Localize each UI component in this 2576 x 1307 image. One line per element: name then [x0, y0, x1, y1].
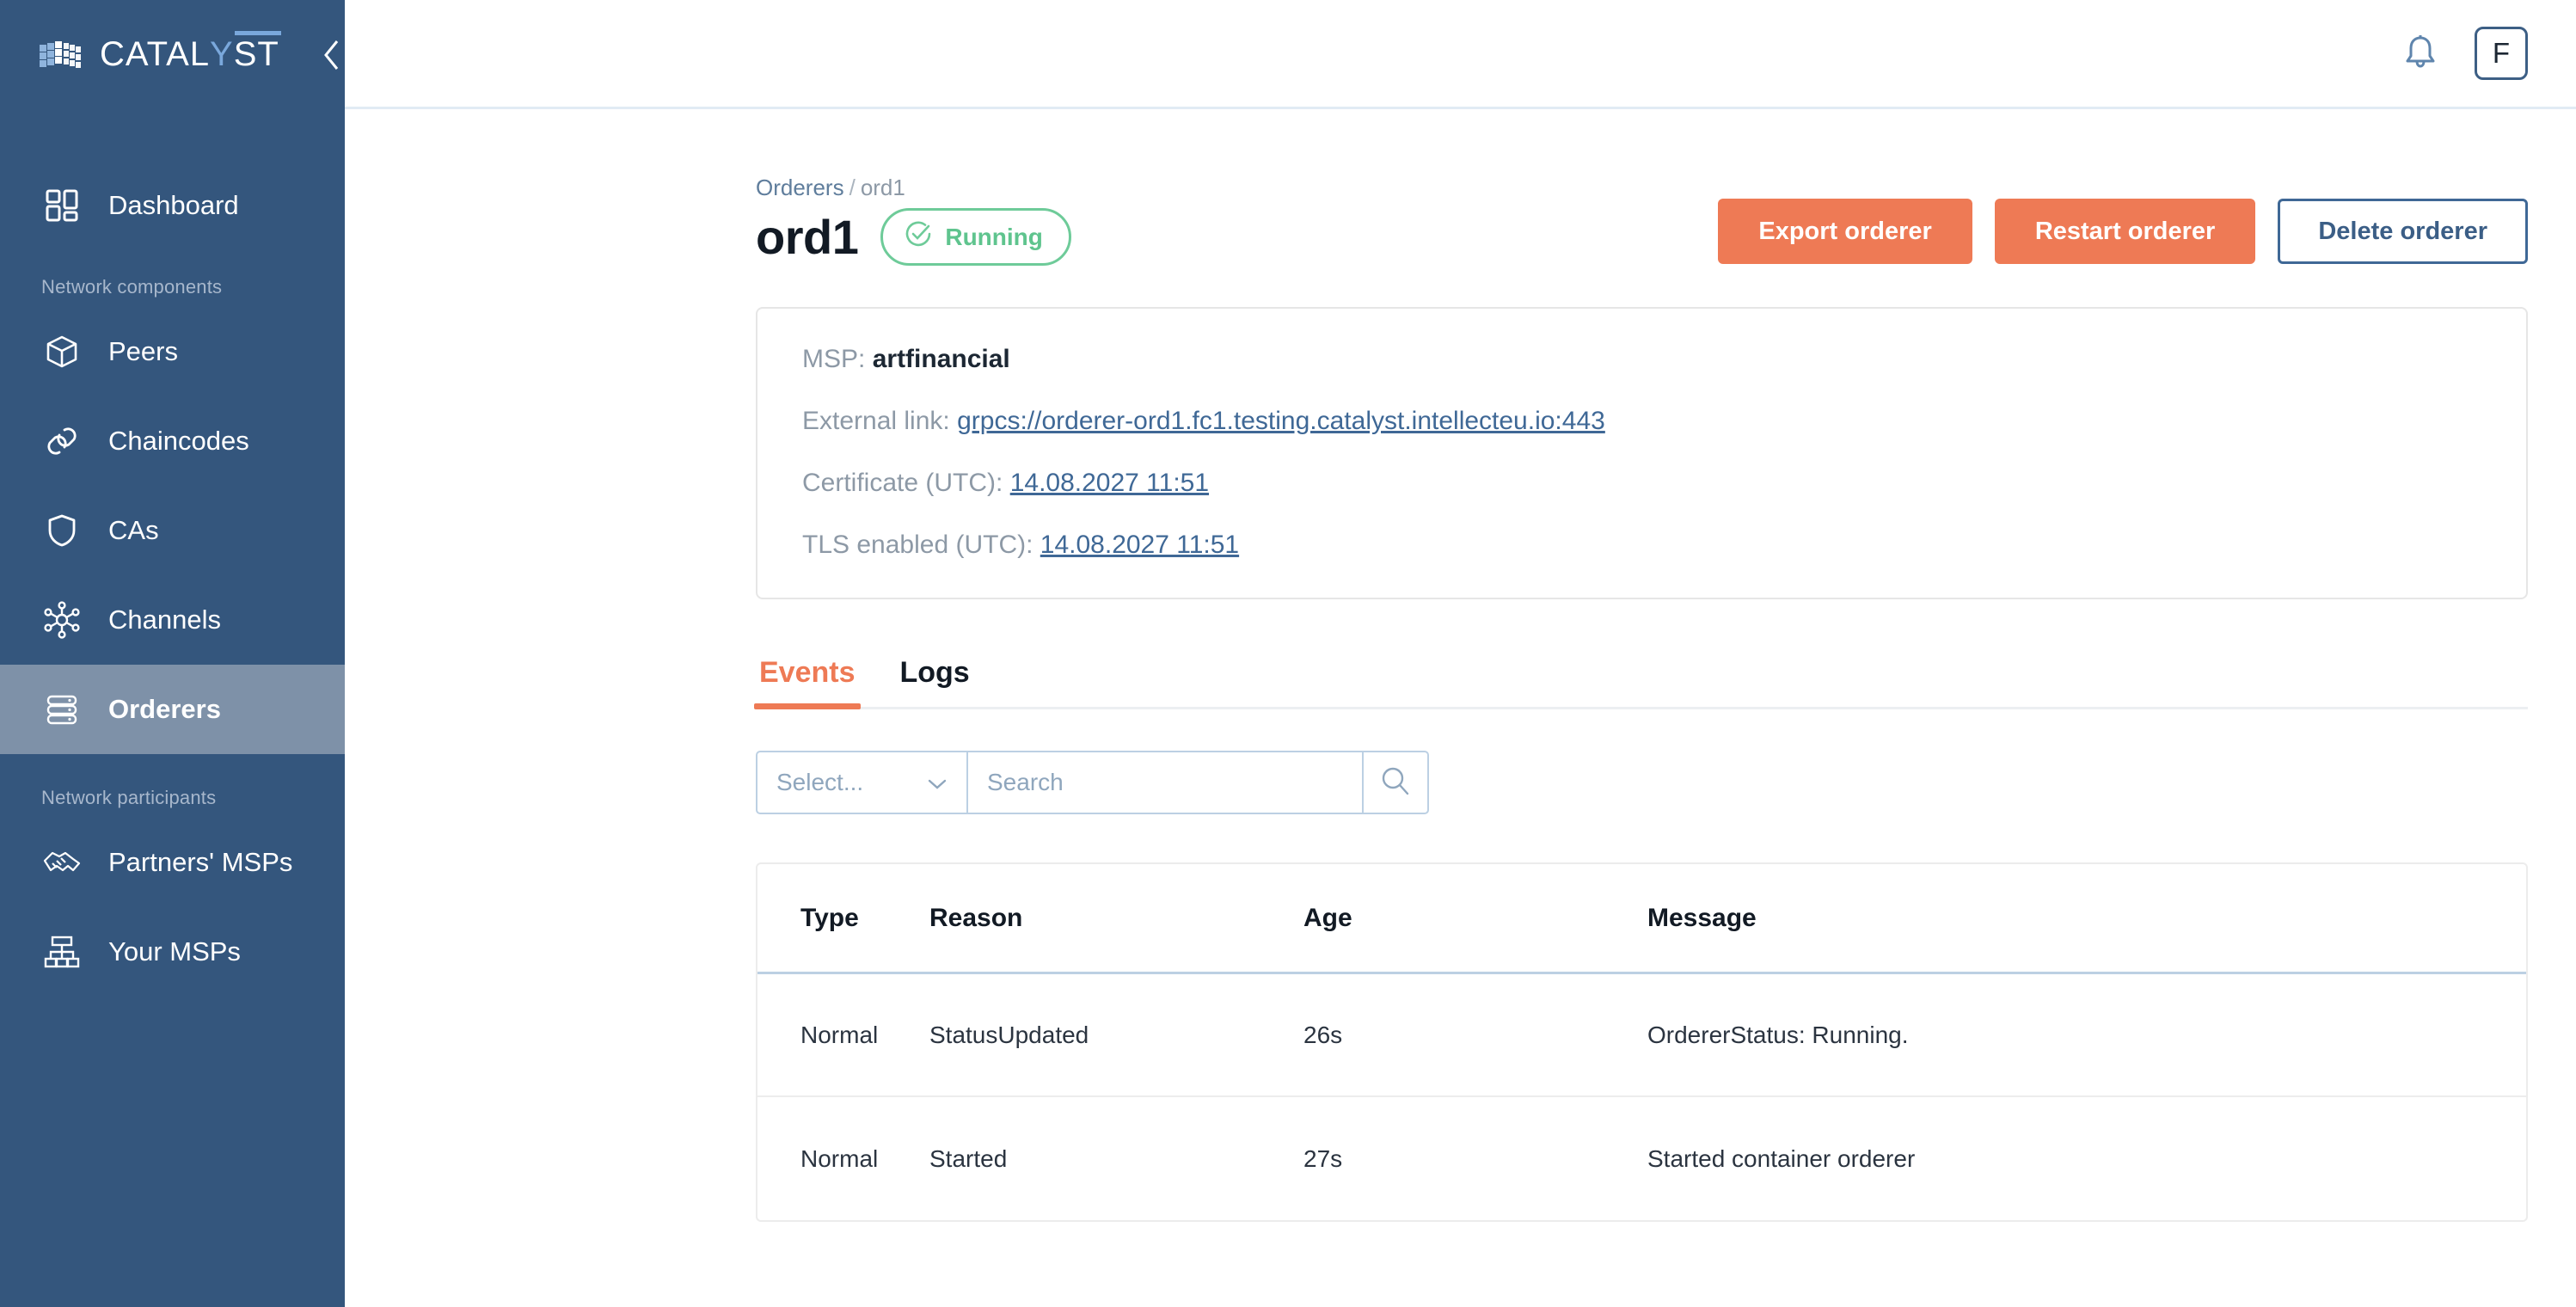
cell-reason: StatusUpdated [929, 1021, 1089, 1048]
sidebar-item-label: Orderers [108, 694, 221, 724]
sidebar-item-label: Dashboard [108, 190, 239, 220]
brand-header: CATAL Y ST [0, 0, 345, 109]
search-input[interactable] [987, 769, 1343, 796]
column-header-age: Age [1303, 903, 1352, 932]
app-root: CATAL Y ST Dashboard Network components … [0, 0, 2576, 1307]
info-label-certificate: Certificate (UTC): [802, 469, 1003, 497]
breadcrumb: Orderers / ord1 [756, 175, 1071, 201]
org-chart-icon [41, 931, 83, 973]
cube-icon [41, 331, 83, 372]
sidebar-item-label: CAs [108, 515, 159, 545]
search-icon [1379, 764, 1412, 801]
brand-name-y: Y [210, 35, 234, 73]
events-table-header: Type Reason Age Message [757, 864, 2526, 974]
export-orderer-button[interactable]: Export orderer [1718, 199, 1972, 264]
sidebar-item-label: Peers [108, 336, 178, 366]
column-header-reason: Reason [929, 903, 1023, 932]
sidebar-item-label: Chaincodes [108, 426, 249, 456]
page-header: Orderers / ord1 ord1 Running Export orde… [756, 109, 2528, 266]
event-type-select[interactable]: Select... [756, 751, 966, 814]
breadcrumb-separator: / [849, 175, 856, 200]
shield-icon [41, 510, 83, 551]
sidebar-nav: Dashboard Network components Peers Chain… [0, 109, 345, 1307]
topbar: F [345, 0, 2576, 109]
search-box [966, 751, 1362, 814]
column-header-message: Message [1647, 903, 1757, 932]
filter-row: Select... [756, 751, 2528, 814]
tabs: Events Logs [754, 656, 2528, 709]
sidebar: CATAL Y ST Dashboard Network components … [0, 0, 345, 1307]
delete-orderer-button[interactable]: Delete orderer [2278, 199, 2528, 264]
info-row-external-link: External link: grpcs://orderer-ord1.fc1.… [802, 407, 2481, 436]
sidebar-item-your-msps[interactable]: Your MSPs [0, 907, 345, 997]
brand-name-part1: CATAL [100, 35, 210, 73]
avatar[interactable]: F [2475, 27, 2528, 80]
handshake-icon [41, 842, 83, 883]
sidebar-item-partners-msps[interactable]: Partners' MSPs [0, 818, 345, 907]
event-type-select-value: Select... [776, 769, 864, 795]
cell-age: 26s [1303, 1021, 1343, 1048]
info-row-certificate: Certificate (UTC): 14.08.2027 11:51 [802, 469, 2481, 498]
network-hub-icon [41, 599, 83, 641]
info-row-msp: MSP: artfinancial [802, 345, 2481, 374]
cell-message: OrdererStatus: Running. [1647, 1021, 1909, 1048]
sidebar-item-channels[interactable]: Channels [0, 575, 345, 665]
main-area: F Orderers / ord1 ord1 Running Export or… [345, 0, 2576, 1307]
info-value-external-link[interactable]: grpcs://orderer-ord1.fc1.testing.catalys… [957, 407, 1605, 435]
cell-age: 27s [1303, 1144, 1343, 1172]
info-row-tls: TLS enabled (UTC): 14.08.2027 11:51 [802, 531, 2481, 560]
sidebar-item-orderers[interactable]: Orderers [0, 665, 345, 754]
breadcrumb-current: ord1 [860, 175, 905, 200]
restart-orderer-button[interactable]: Restart orderer [1994, 199, 2256, 264]
link-chain-icon [41, 420, 83, 462]
sidebar-item-peers[interactable]: Peers [0, 307, 345, 396]
table-row[interactable]: Normal Started 27s Started container ord… [757, 1097, 2526, 1220]
sidebar-item-label: Partners' MSPs [108, 847, 293, 877]
page-actions: Export orderer Restart orderer Delete or… [1718, 175, 2528, 264]
table-row[interactable]: Normal StatusUpdated 26s OrdererStatus: … [757, 974, 2526, 1097]
title-row: ord1 Running [756, 208, 1071, 266]
events-table: Type Reason Age Message Normal StatusUpd… [756, 862, 2528, 1222]
info-label-tls: TLS enabled (UTC): [802, 531, 1033, 559]
sidebar-group-network-components: Network components [41, 276, 223, 298]
page-title: ord1 [756, 210, 859, 264]
info-value-certificate[interactable]: 14.08.2027 11:51 [1010, 469, 1209, 497]
cell-type: Normal [800, 1144, 879, 1172]
column-header-type: Type [800, 903, 859, 932]
info-label-msp: MSP: [802, 345, 866, 373]
info-label-external-link: External link: [802, 407, 950, 435]
sidebar-group-network-participants: Network participants [41, 787, 217, 808]
status-badge-label: Running [945, 223, 1043, 250]
tab-logs[interactable]: Logs [897, 656, 973, 707]
cell-reason: Started [929, 1144, 1008, 1172]
server-stack-icon [41, 689, 83, 730]
avatar-initial: F [2492, 37, 2511, 69]
page-content: Orderers / ord1 ord1 Running Export orde… [345, 109, 2576, 1307]
sidebar-item-label: Your MSPs [108, 936, 241, 966]
cube-grid-icon [38, 37, 84, 73]
info-value-tls[interactable]: 14.08.2027 11:51 [1040, 531, 1239, 559]
sidebar-item-dashboard[interactable]: Dashboard [0, 161, 345, 250]
page-header-left: Orderers / ord1 ord1 Running [756, 175, 1071, 266]
layout-grid-icon [41, 185, 83, 226]
chevron-left-icon[interactable] [321, 37, 343, 73]
tab-events[interactable]: Events [754, 656, 860, 709]
notification-bell-icon[interactable] [2402, 34, 2438, 73]
sidebar-item-label: Channels [108, 604, 221, 635]
chevron-down-icon [927, 769, 948, 796]
cell-type: Normal [800, 1021, 879, 1048]
search-button[interactable] [1362, 751, 1429, 814]
info-value-msp: artfinancial [872, 345, 1010, 373]
orderer-info-card: MSP: artfinancial External link: grpcs:/… [756, 307, 2528, 599]
sidebar-item-cas[interactable]: CAs [0, 486, 345, 575]
brand-name: CATAL Y ST [100, 31, 281, 74]
sidebar-item-chaincodes[interactable]: Chaincodes [0, 396, 345, 486]
status-badge: Running [880, 208, 1071, 266]
breadcrumb-parent[interactable]: Orderers [756, 175, 844, 200]
check-circle-icon [904, 219, 933, 255]
brand-name-part2: ST [233, 31, 281, 73]
cell-message: Started container orderer [1647, 1144, 1916, 1172]
